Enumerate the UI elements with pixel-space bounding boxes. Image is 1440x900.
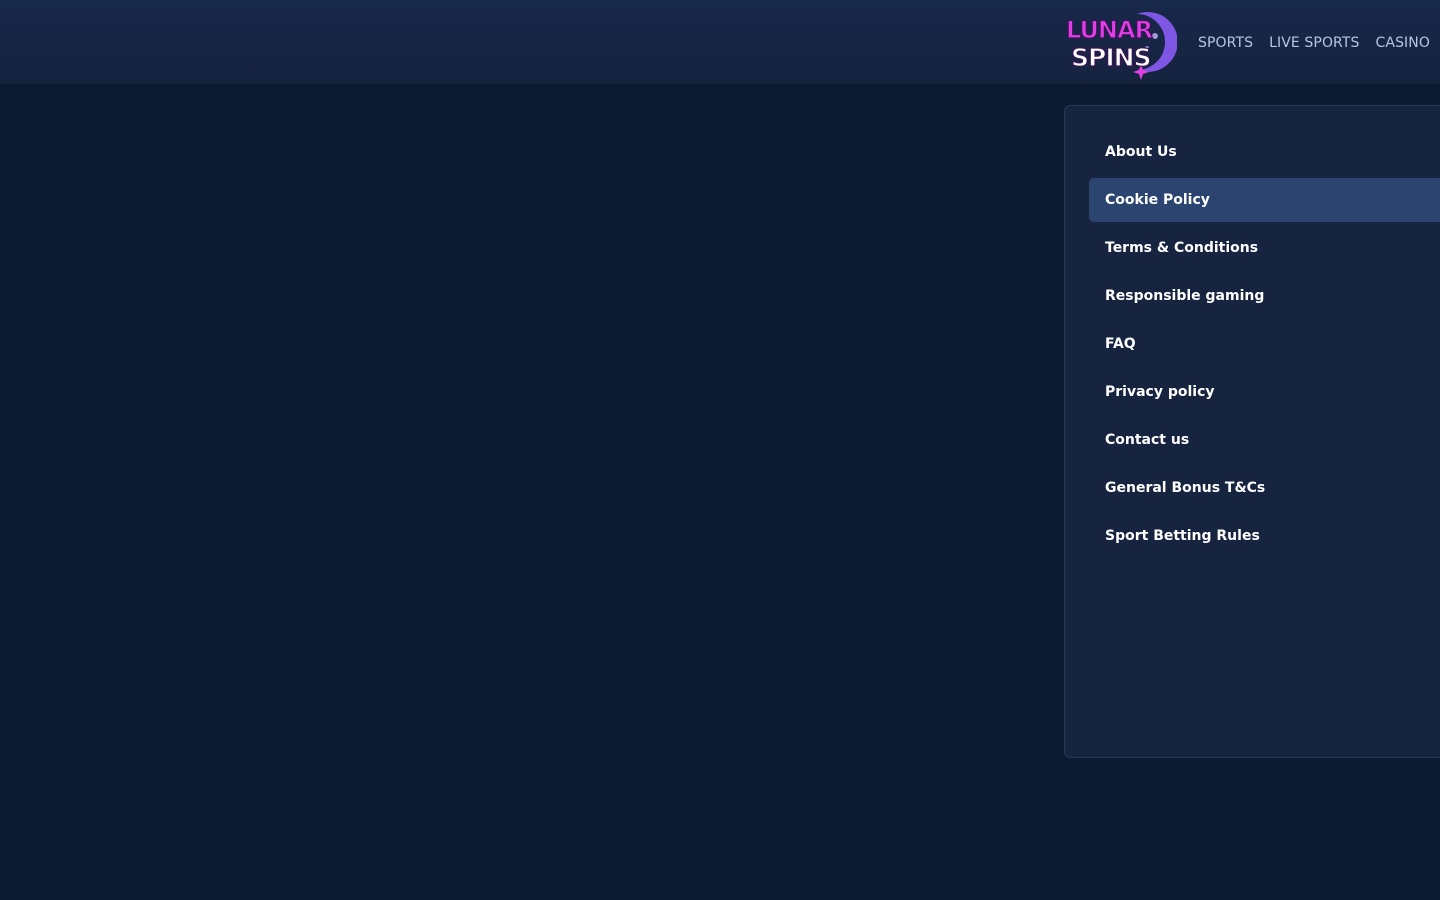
moon-crater-icon <box>1152 33 1158 39</box>
sidebar-item-sport-betting-rules[interactable]: Sport Betting Rules <box>1089 514 1440 558</box>
sidebar-item-contact-us[interactable]: Contact us <box>1089 418 1440 462</box>
sidebar-item-privacy-policy[interactable]: Privacy policy <box>1089 370 1440 414</box>
logo-graphic: LUNAR SPINS <box>1065 12 1177 80</box>
logo-text-spins: SPINS <box>1071 43 1151 72</box>
info-pages-menu: About Us Cookie Policy Terms & Condition… <box>1089 130 1440 562</box>
sidebar-item-faq[interactable]: FAQ <box>1089 322 1440 366</box>
logo-text-lunar: LUNAR <box>1066 16 1153 44</box>
top-navigation: SPORTS LIVE SPORTS CASINO <box>1190 0 1438 85</box>
sidebar-item-about-us[interactable]: About Us <box>1089 130 1440 174</box>
nav-link-live-sports[interactable]: LIVE SPORTS <box>1261 35 1367 51</box>
sidebar-item-terms-conditions[interactable]: Terms & Conditions <box>1089 226 1440 270</box>
sidebar-item-cookie-policy[interactable]: Cookie Policy <box>1089 178 1440 222</box>
nav-link-sports[interactable]: SPORTS <box>1190 35 1261 51</box>
lunar-spins-logo[interactable]: LUNAR SPINS <box>1063 6 1177 80</box>
site-header: LUNAR SPINS SPORTS LIVE SPORTS CASINO <box>0 0 1440 85</box>
info-pages-sidebar: About Us Cookie Policy Terms & Condition… <box>1064 105 1440 758</box>
nav-link-casino[interactable]: CASINO <box>1368 35 1438 51</box>
sidebar-item-general-bonus-tcs[interactable]: General Bonus T&Cs <box>1089 466 1440 510</box>
sidebar-item-responsible-gaming[interactable]: Responsible gaming <box>1089 274 1440 318</box>
